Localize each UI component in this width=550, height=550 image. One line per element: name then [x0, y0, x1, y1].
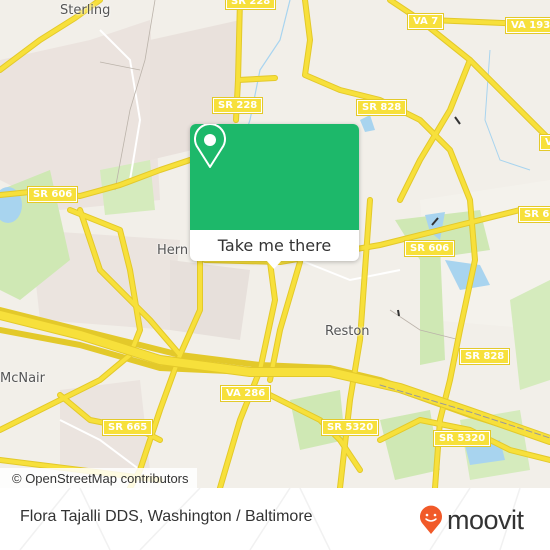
- moovit-logo[interactable]: moovit: [419, 505, 524, 535]
- take-me-there-button[interactable]: Take me there: [190, 230, 359, 261]
- road-shield: VA 7: [406, 13, 445, 30]
- map-pin-icon: [194, 124, 226, 168]
- place-label-sterling: Sterling: [60, 3, 111, 18]
- road-shield: SR 228: [224, 0, 277, 10]
- place-label-mcnair: McNair: [0, 371, 46, 386]
- map[interactable]: Sterling Hern Reston McNair SR 228 SR 22…: [0, 0, 550, 488]
- road-shield: V: [539, 134, 550, 151]
- road-shield: SR 828: [458, 348, 511, 365]
- moovit-wordmark: moovit: [447, 504, 524, 535]
- road-shield: VA 193: [504, 17, 550, 34]
- road-shield: SR 665: [101, 419, 154, 436]
- place-label-herndon: Hern: [157, 243, 189, 258]
- popup-pointer: [266, 260, 282, 269]
- road-shield: SR 606: [517, 206, 550, 223]
- road-shield: SR 5320: [320, 419, 380, 436]
- road-shield: SR 228: [211, 97, 264, 114]
- road-shield: SR 5320: [432, 430, 492, 447]
- place-label-reston: Reston: [325, 324, 370, 339]
- location-title: Flora Tajalli DDS, Washington / Baltimor…: [20, 508, 313, 525]
- road-shield: SR 606: [26, 186, 79, 203]
- road-shield: SR 606: [403, 240, 456, 257]
- osm-attribution[interactable]: © OpenStreetMap contributors: [0, 468, 197, 488]
- location-popup[interactable]: Take me there: [190, 124, 359, 269]
- popup-header: [190, 124, 359, 230]
- road-shield: SR 828: [355, 99, 408, 116]
- moovit-pin-icon: [420, 505, 442, 534]
- road-shield: VA 286: [219, 385, 272, 402]
